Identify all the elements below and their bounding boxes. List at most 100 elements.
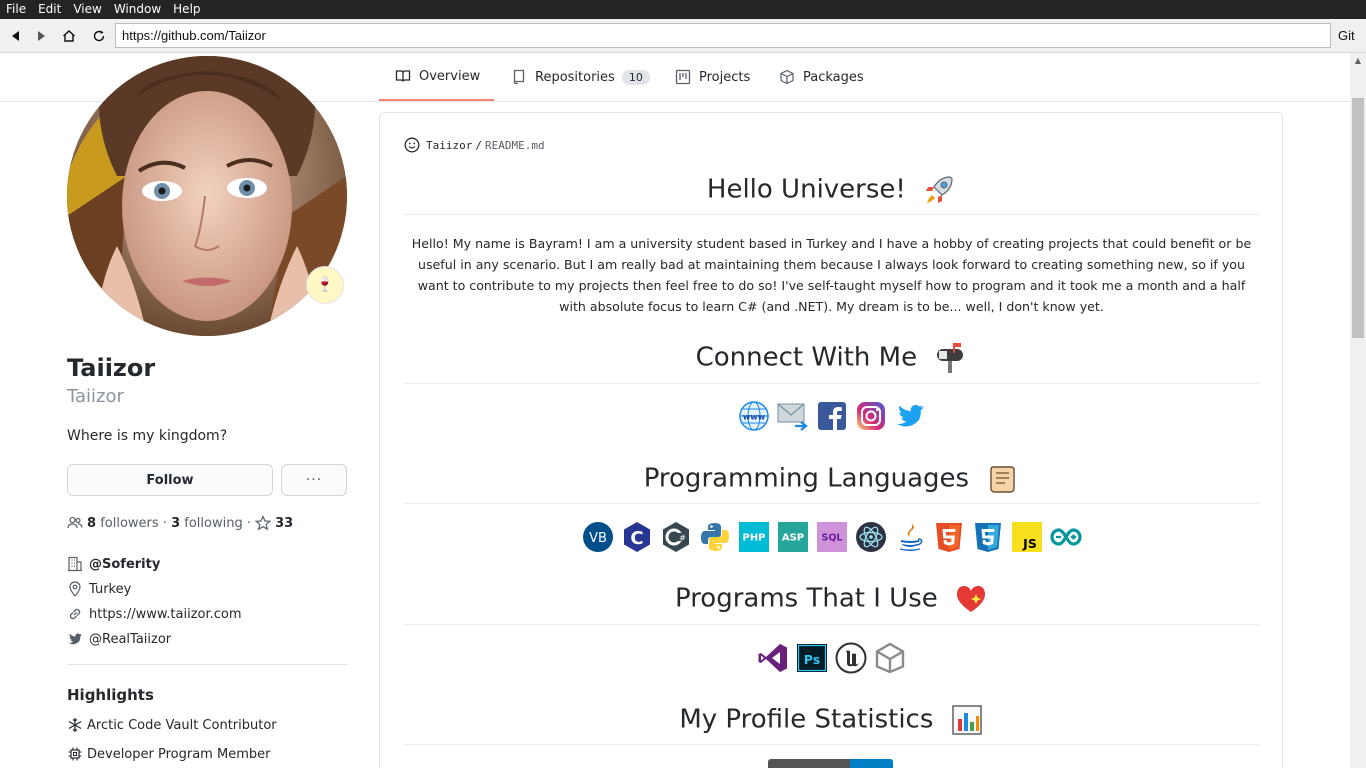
avatar[interactable] [67,56,347,336]
svg-text:#: # [679,534,686,543]
snowflake-icon [68,718,82,732]
heading-hello: Hello Universe! [404,173,1259,207]
forward-button[interactable] [28,23,54,49]
status-wine-icon[interactable]: 🍷 [306,266,344,304]
repositories-count-badge: 10 [621,69,650,85]
arduino-icon[interactable] [1049,521,1082,553]
highlight-arctic[interactable]: Arctic Code Vault Contributor [67,716,277,734]
readme-path-slash: / [475,138,482,152]
vcard-org[interactable]: @Soferity [67,555,160,573]
org-link[interactable]: @Soferity [89,557,160,572]
profile-bio: Where is my kingdom? [67,428,228,444]
menu-help[interactable]: Help [167,0,206,19]
tab-overview-label: Overview [419,68,481,84]
photoshop-icon[interactable]: Ps [796,642,828,674]
social-stats: 8 followers · 3 following · 33 [67,514,293,532]
address-bar: https://github.com/Taiizor Git [0,19,1366,53]
highlight-arctic-label: Arctic Code Vault Contributor [87,717,277,733]
cpu-icon [68,747,82,761]
rocket-icon [926,176,953,203]
c-icon[interactable]: C [621,521,653,553]
highlight-developer[interactable]: Developer Program Member [67,745,270,763]
followers-label: followers [100,515,159,531]
php-icon[interactable]: PHP [738,521,770,553]
url-input[interactable]: https://github.com/Taiizor [115,23,1331,48]
more-options-button[interactable]: ··· [281,464,347,496]
electron-icon[interactable] [855,521,887,553]
menu-window[interactable]: Window [108,0,167,19]
follow-button[interactable]: Follow [67,464,273,496]
html5-icon[interactable] [933,521,965,553]
readme-owner-link[interactable]: Taiizor [426,139,472,152]
bar-chart-icon [951,705,982,735]
mailbox-icon [937,343,964,373]
followers-link[interactable]: 8 followers [87,516,159,531]
people-icon [67,516,83,529]
javascript-icon[interactable]: JS [1011,521,1043,553]
heading-hello-text: Hello Universe! [706,174,906,205]
menu-bar: File Edit View Window Help [0,0,1366,19]
css3-icon[interactable] [972,521,1004,553]
vertical-scrollbar[interactable]: ▲ [1350,53,1366,768]
separator-dot: · [162,515,167,531]
asp-icon[interactable]: ASP [777,521,809,553]
profile-views-badge [768,759,893,768]
tab-packages[interactable]: Packages [779,53,864,101]
git-button[interactable]: Git [1338,23,1355,48]
scroll-up-arrow-icon[interactable]: ▲ [1350,53,1366,69]
location-text: Turkey [89,581,132,597]
vcard-website[interactable]: https://www.taiizor.com [67,605,242,623]
stars-count: 33 [275,515,294,531]
following-link[interactable]: 3 following [171,516,243,531]
stars-link[interactable]: 33 [255,515,293,531]
unreal-engine-icon[interactable] [835,642,867,674]
instagram-icon[interactable] [855,400,887,432]
link-icon [69,608,81,620]
svg-text:SQL: SQL [821,533,842,544]
svg-text:www: www [742,413,765,422]
heading-connect: Connect With Me [404,341,1259,375]
home-icon [63,30,75,42]
heading-programs: Programs That I Use [404,582,1259,616]
unity-icon[interactable] [874,642,906,674]
svg-text:C: C [630,528,643,549]
program-icons: Ps [404,642,1259,674]
followers-count: 8 [87,515,97,531]
heading-stats-text: My Profile Statistics [679,704,934,735]
home-button[interactable] [56,23,82,49]
heading-rule [404,383,1259,384]
heading-connect-text: Connect With Me [695,342,918,373]
csharp-icon[interactable]: # [660,521,692,553]
back-button[interactable] [3,23,29,49]
reload-button[interactable] [86,23,112,49]
sql-icon[interactable]: SQL [816,521,848,553]
website-link[interactable]: https://www.taiizor.com [89,607,242,622]
tab-projects[interactable]: Projects [675,53,750,101]
tab-repositories[interactable]: Repositories 10 [511,53,650,101]
twitter-icon [68,633,82,645]
vb-icon[interactable]: VB [582,521,614,553]
vcard-twitter[interactable]: @RealTaiizor [67,630,171,648]
java-icon[interactable] [894,521,926,553]
twitter-icon[interactable] [894,400,926,432]
menu-file[interactable]: File [0,0,32,19]
tab-repositories-label: Repositories [535,69,615,85]
project-icon [675,69,691,85]
email-icon[interactable] [777,400,809,432]
menu-edit[interactable]: Edit [32,0,67,19]
python-icon[interactable] [699,521,731,553]
www-icon[interactable]: www [738,400,770,432]
following-count: 3 [171,515,181,531]
tab-overview[interactable]: Overview [379,53,494,101]
connect-icons: www [404,400,1259,432]
menu-view[interactable]: View [67,0,107,19]
facebook-icon[interactable] [816,400,848,432]
readme-box: Taiizor / README.md Hello Universe! Hell… [379,112,1283,768]
twitter-handle[interactable]: @RealTaiizor [89,632,171,647]
book-icon [395,70,411,82]
visual-studio-icon[interactable] [757,642,789,674]
heading-rule [404,214,1259,215]
scrollbar-thumb[interactable] [1352,98,1364,338]
readme-filename[interactable]: README.md [485,139,545,152]
following-label: following [184,515,243,531]
